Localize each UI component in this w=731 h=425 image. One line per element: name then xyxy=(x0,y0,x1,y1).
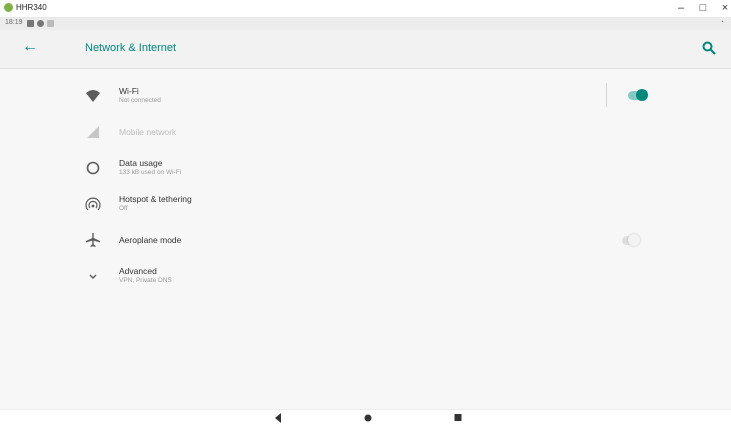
aeroplane-mode-toggle[interactable] xyxy=(622,234,640,246)
advanced-title: Advanced xyxy=(119,266,157,276)
mobile-network-item[interactable]: Mobile network xyxy=(0,115,731,151)
page-title: Network & Internet xyxy=(85,42,177,54)
hotspot-icon xyxy=(85,197,101,211)
wifi-icon xyxy=(86,90,100,102)
hotspot-title: Hotspot & tethering xyxy=(119,194,192,204)
close-button[interactable]: × xyxy=(711,1,731,16)
divider xyxy=(606,83,607,107)
wifi-title: Wi-Fi xyxy=(119,86,139,96)
toggle-knob xyxy=(636,89,648,101)
notification-icon xyxy=(37,20,44,27)
app-bar: ← Network & Internet xyxy=(0,30,731,69)
data-usage-item[interactable]: Data usage 133 kB used on Wi-Fi xyxy=(0,151,731,187)
window-title-bar: HHR340 – □ × xyxy=(0,0,731,18)
toggle-knob xyxy=(628,234,640,246)
cellular-signal-icon xyxy=(87,126,99,138)
advanced-item[interactable]: Advanced VPN, Private DNS xyxy=(0,259,731,295)
back-nav-icon[interactable] xyxy=(272,412,284,424)
settings-list: Wi-Fi Not connected Mobile network Data … xyxy=(0,69,731,409)
hotspot-subtitle: Off xyxy=(119,205,128,212)
advanced-subtitle: VPN, Private DNS xyxy=(119,277,172,284)
wifi-subtitle: Not connected xyxy=(119,97,161,104)
home-nav-icon[interactable] xyxy=(362,412,374,424)
aeroplane-mode-item[interactable]: Aeroplane mode xyxy=(0,223,731,259)
airplane-icon xyxy=(86,233,100,247)
chevron-down-icon xyxy=(89,274,97,279)
status-time: 18:19 xyxy=(5,19,23,26)
hotspot-item[interactable]: Hotspot & tethering Off xyxy=(0,187,731,223)
mobile-network-title: Mobile network xyxy=(119,127,177,137)
data-usage-icon xyxy=(86,161,100,175)
window-title: HHR340 xyxy=(16,3,47,12)
wifi-toggle[interactable] xyxy=(628,89,648,101)
recents-nav-icon[interactable] xyxy=(452,412,464,424)
app-icon xyxy=(4,3,13,12)
aeroplane-mode-title: Aeroplane mode xyxy=(119,235,182,245)
data-usage-title: Data usage xyxy=(119,158,163,168)
data-usage-subtitle: 133 kB used on Wi-Fi xyxy=(119,169,182,176)
wifi-item[interactable]: Wi-Fi Not connected xyxy=(0,79,731,115)
search-icon[interactable] xyxy=(701,40,717,56)
signal-icon: ◔ xyxy=(719,19,724,26)
notification-icon xyxy=(47,20,54,27)
status-bar: 18:19 ◔ xyxy=(0,18,731,30)
back-arrow-icon[interactable]: ← xyxy=(22,38,38,56)
navigation-bar xyxy=(0,409,731,425)
notification-icon xyxy=(27,20,34,27)
